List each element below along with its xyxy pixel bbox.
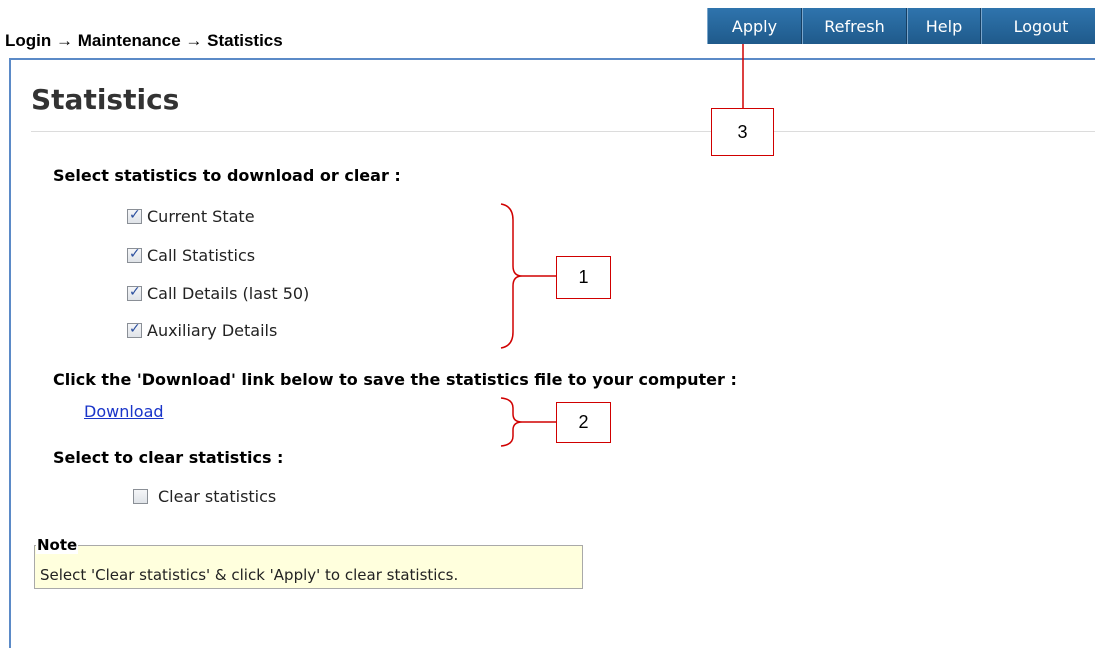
callout-1: 1 <box>556 256 611 299</box>
callout-1-bracket <box>500 203 523 349</box>
callout-2: 2 <box>556 402 611 443</box>
annotation-overlay <box>500 44 744 447</box>
callout-2-bracket <box>500 397 523 447</box>
callout-3: 3 <box>711 108 774 156</box>
